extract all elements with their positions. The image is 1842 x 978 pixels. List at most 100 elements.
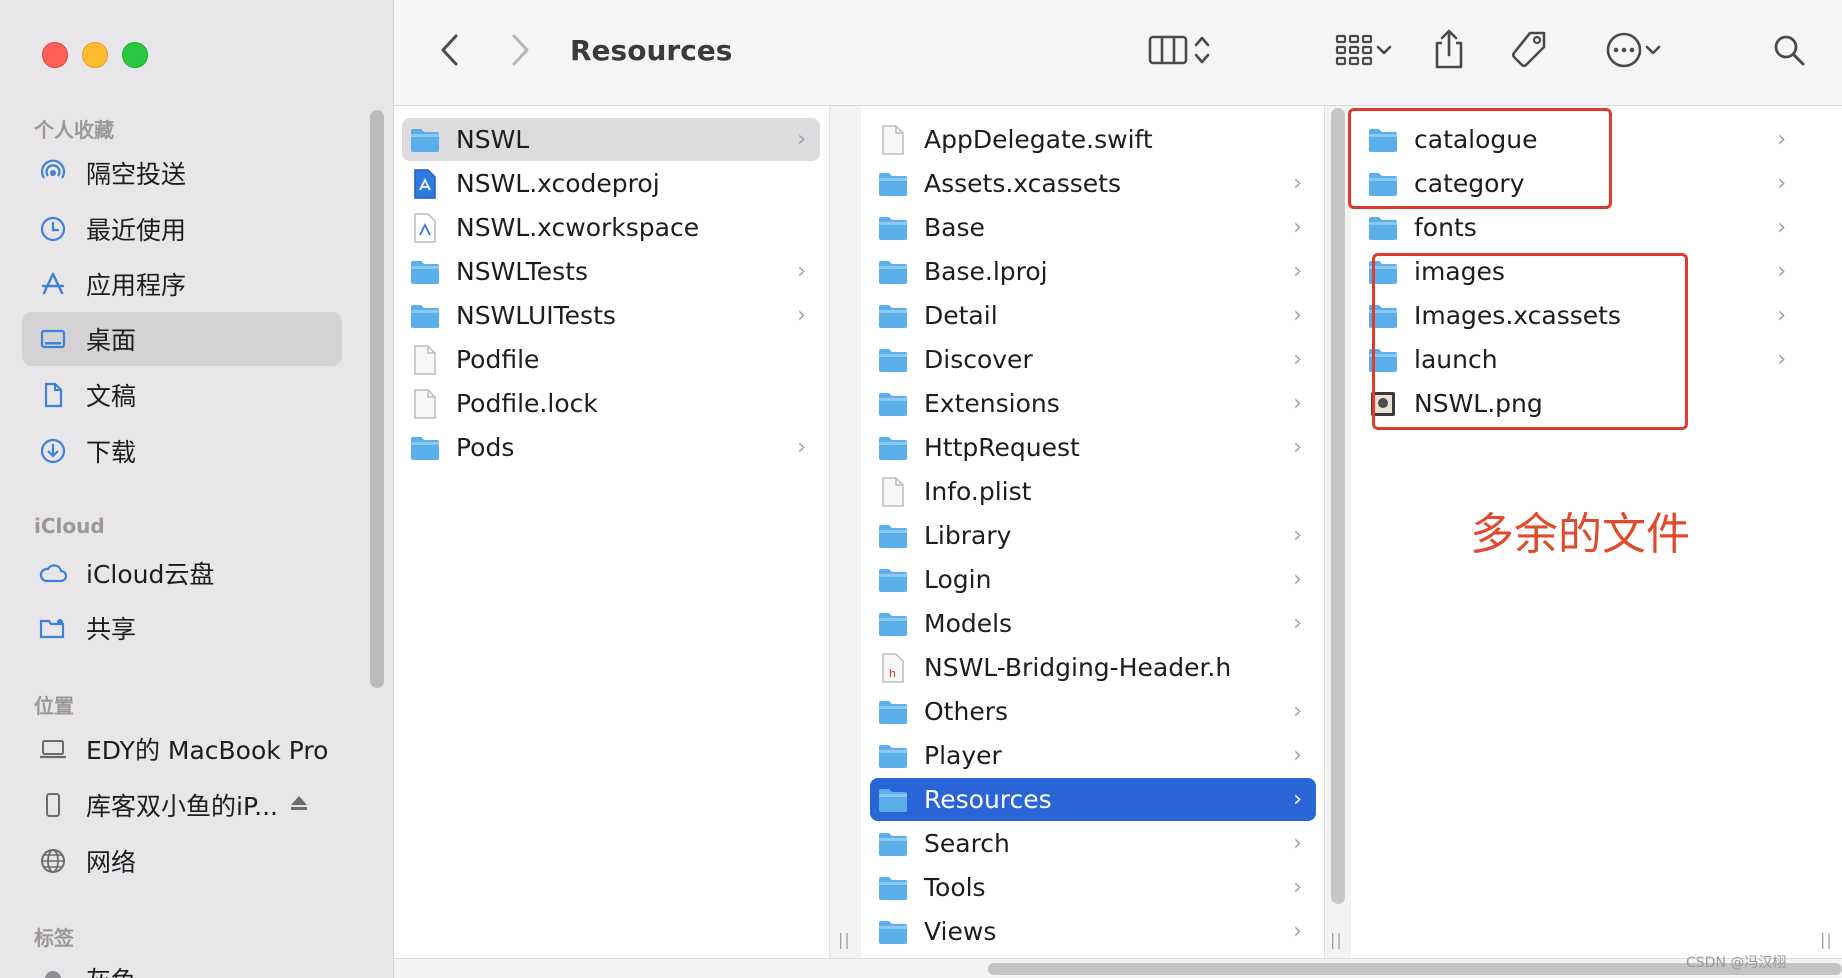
chevron-right-icon: › bbox=[1293, 919, 1302, 944]
item-name: Others bbox=[924, 697, 1009, 726]
chevron-down-icon bbox=[1374, 40, 1394, 64]
chevron-right-icon: › bbox=[1293, 831, 1302, 856]
folder-row[interactable]: Base › bbox=[870, 206, 1316, 249]
folder-row[interactable]: NSWL › bbox=[402, 118, 820, 161]
file-icon bbox=[876, 475, 910, 509]
folder-row[interactable]: Library › bbox=[870, 514, 1316, 557]
folder-row[interactable]: Others › bbox=[870, 690, 1316, 733]
folder-row[interactable]: Tools › bbox=[870, 866, 1316, 909]
sidebar-item-icloud-drive[interactable]: iCloud云盘 bbox=[22, 546, 342, 600]
ellipsis-circle-icon bbox=[1605, 31, 1643, 73]
view-mode-button[interactable] bbox=[1140, 30, 1220, 74]
sidebar-item-desktop[interactable]: 桌面 bbox=[22, 312, 342, 366]
column-scrollbar[interactable] bbox=[1331, 108, 1345, 904]
sidebar-item-label: EDY的 MacBook Pro bbox=[86, 736, 329, 765]
minimize-window-button[interactable] bbox=[82, 42, 108, 68]
column-resize-handle[interactable]: || bbox=[838, 930, 851, 949]
item-name: Player bbox=[924, 741, 1002, 770]
folder-icon bbox=[876, 871, 910, 905]
share-button[interactable] bbox=[1424, 26, 1474, 76]
folder-row[interactable]: Player › bbox=[870, 734, 1316, 777]
file-icon bbox=[408, 387, 442, 421]
sidebar-item-label: 库客双小鱼的iP... bbox=[86, 792, 278, 821]
sidebar-item-tag-gray[interactable]: 灰色 bbox=[22, 952, 342, 978]
folder-row[interactable]: Search › bbox=[870, 822, 1316, 865]
folder-icon bbox=[876, 827, 910, 861]
xcodeproj-icon bbox=[408, 167, 442, 201]
file-row[interactable]: NSWL.xcworkspace bbox=[402, 206, 820, 249]
folder-row[interactable]: Assets.xcassets › bbox=[870, 162, 1316, 205]
folder-row[interactable]: Models › bbox=[870, 602, 1316, 645]
file-row[interactable]: Podfile bbox=[402, 338, 820, 381]
search-button[interactable] bbox=[1764, 30, 1814, 74]
folder-icon bbox=[1366, 211, 1400, 245]
forward-button[interactable] bbox=[500, 30, 540, 74]
item-name: Pods bbox=[456, 433, 515, 462]
sidebar-item-shared[interactable]: 共享 bbox=[22, 601, 342, 655]
sidebar-item-label: 文稿 bbox=[86, 382, 137, 411]
laptop-icon bbox=[36, 732, 70, 766]
sidebar-item-downloads[interactable]: 下载 bbox=[22, 424, 342, 478]
sidebar-item-recents[interactable]: 最近使用 bbox=[22, 202, 342, 256]
sidebar-item-label: iCloud云盘 bbox=[86, 560, 215, 589]
folder-icon bbox=[408, 299, 442, 333]
folder-row[interactable]: NSWLTests › bbox=[402, 250, 820, 293]
column-resize-handle[interactable]: || bbox=[1820, 930, 1833, 949]
folder-row[interactable]: Discover › bbox=[870, 338, 1316, 381]
folder-row[interactable]: Extensions › bbox=[870, 382, 1316, 425]
file-row[interactable]: Podfile.lock bbox=[402, 382, 820, 425]
phone-icon bbox=[36, 788, 70, 822]
column-resize-handle[interactable]: || bbox=[1330, 930, 1343, 949]
item-name: Search bbox=[924, 829, 1010, 858]
sidebar-item-applications[interactable]: 应用程序 bbox=[22, 257, 342, 311]
file-row[interactable]: NSWL.xcodeproj bbox=[402, 162, 820, 205]
close-window-button[interactable] bbox=[42, 42, 68, 68]
chevron-right-icon: › bbox=[1293, 567, 1302, 592]
eject-icon[interactable] bbox=[288, 792, 310, 818]
sidebar-section-favorites: 个人收藏 bbox=[34, 118, 114, 142]
more-actions-button[interactable] bbox=[1594, 30, 1674, 74]
item-name: Resources bbox=[924, 785, 1052, 814]
sidebar-item-airdrop[interactable]: 隔空投送 bbox=[22, 146, 342, 200]
file-row[interactable]: h NSWL-Bridging-Header.h bbox=[870, 646, 1316, 689]
share-icon bbox=[1432, 27, 1466, 75]
sidebar-item-label: 应用程序 bbox=[86, 271, 187, 300]
folder-row[interactable]: Pods › bbox=[402, 426, 820, 469]
back-button[interactable] bbox=[430, 30, 470, 74]
sidebar-item-documents[interactable]: 文稿 bbox=[22, 368, 342, 422]
sidebar-item-network[interactable]: 网络 bbox=[22, 834, 342, 888]
file-row[interactable]: Info.plist bbox=[870, 470, 1316, 513]
sidebar-item-macbook[interactable]: EDY的 MacBook Pro bbox=[22, 722, 342, 776]
folder-icon bbox=[408, 255, 442, 289]
group-button[interactable] bbox=[1324, 30, 1404, 74]
folder-row[interactable]: Resources › bbox=[870, 778, 1316, 821]
folder-row[interactable]: Login › bbox=[870, 558, 1316, 601]
folder-row[interactable]: fonts › bbox=[1360, 206, 1800, 249]
sidebar-item-label: 隔空投送 bbox=[86, 160, 187, 189]
xcworkspace-icon bbox=[408, 211, 442, 245]
columns-view-icon bbox=[1148, 32, 1192, 72]
folder-row[interactable]: HttpRequest › bbox=[870, 426, 1316, 469]
chevron-right-icon: › bbox=[1293, 435, 1302, 460]
folder-row[interactable]: NSWLUITests › bbox=[402, 294, 820, 337]
folder-row[interactable]: Base.lproj › bbox=[870, 250, 1316, 293]
chevron-right-icon: › bbox=[797, 127, 806, 152]
item-name: NSWL.xcodeproj bbox=[456, 169, 660, 198]
chevron-right-icon: › bbox=[797, 259, 806, 284]
airdrop-icon bbox=[36, 156, 70, 190]
zoom-window-button[interactable] bbox=[122, 42, 148, 68]
finder-window: 个人收藏 隔空投送 最近使用 应用程序 桌面 文稿 下载 iCloud iClo… bbox=[0, 0, 1842, 978]
grid-icon bbox=[1334, 32, 1374, 72]
sidebar-item-iphone[interactable]: 库客双小鱼的iP... bbox=[22, 778, 342, 832]
item-name: Base.lproj bbox=[924, 257, 1048, 286]
folder-row[interactable]: Detail › bbox=[870, 294, 1316, 337]
sidebar: 个人收藏 隔空投送 最近使用 应用程序 桌面 文稿 下载 iCloud iClo… bbox=[0, 0, 394, 978]
item-name: NSWL bbox=[456, 125, 530, 154]
file-row[interactable]: AppDelegate.swift bbox=[870, 118, 1316, 161]
tag-button[interactable] bbox=[1504, 28, 1554, 76]
folder-row[interactable]: Views › bbox=[870, 910, 1316, 953]
clock-icon bbox=[36, 212, 70, 246]
sidebar-scrollbar[interactable] bbox=[370, 110, 384, 688]
folder-icon bbox=[876, 211, 910, 245]
chevron-down-icon bbox=[1643, 40, 1663, 64]
